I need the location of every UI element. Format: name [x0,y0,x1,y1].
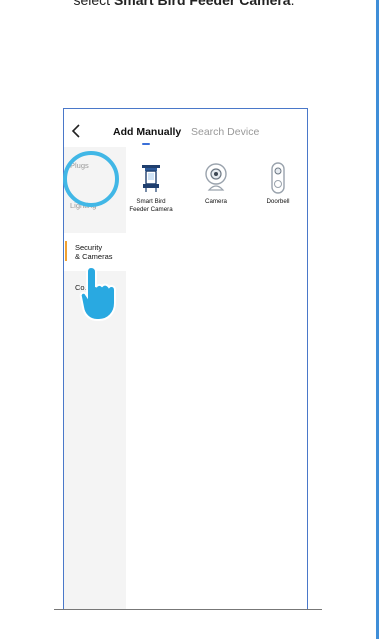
category-sidebar: Plugs Lighting Security & Cameras Co…… [64,147,126,610]
device-label: Camera [204,198,227,205]
back-chevron-icon[interactable] [71,123,81,139]
selection-highlight-ring [63,151,119,207]
instruction-highlight: Smart Bird Feeder Camera [113,0,291,8]
device-camera[interactable]: Camera [193,161,239,206]
tab-search-device[interactable]: Search Device [191,126,259,138]
top-bar: Add Manually Search Device [64,109,307,147]
device-doorbell[interactable]: Doorbell [255,161,301,206]
instruction-prefix: select [73,0,114,8]
sidebar-item-security-cameras[interactable]: Security & Cameras [75,243,113,261]
pointing-hand-icon [79,265,116,321]
camera-icon [205,163,227,191]
device-smart-bird-feeder-camera[interactable]: Smart Bird Feeder Camera [128,161,174,213]
active-tab-indicator [142,143,150,145]
bird-feeder-icon [142,165,160,192]
doorbell-icon [271,162,285,194]
device-label: Smart Bird Feeder Camera [129,198,173,213]
instruction-suffix: . [290,0,295,8]
device-label: Doorbell [266,198,290,205]
instruction-text: select Smart Bird Feeder Camera. [0,0,368,8]
device-grid: Smart Bird Feeder Camera Camera Doorbell [126,147,307,610]
edge-divider [376,0,379,639]
sidebar-active-indicator [65,241,67,261]
tab-add-manually[interactable]: Add Manually [113,126,181,138]
bottom-divider [54,609,322,610]
